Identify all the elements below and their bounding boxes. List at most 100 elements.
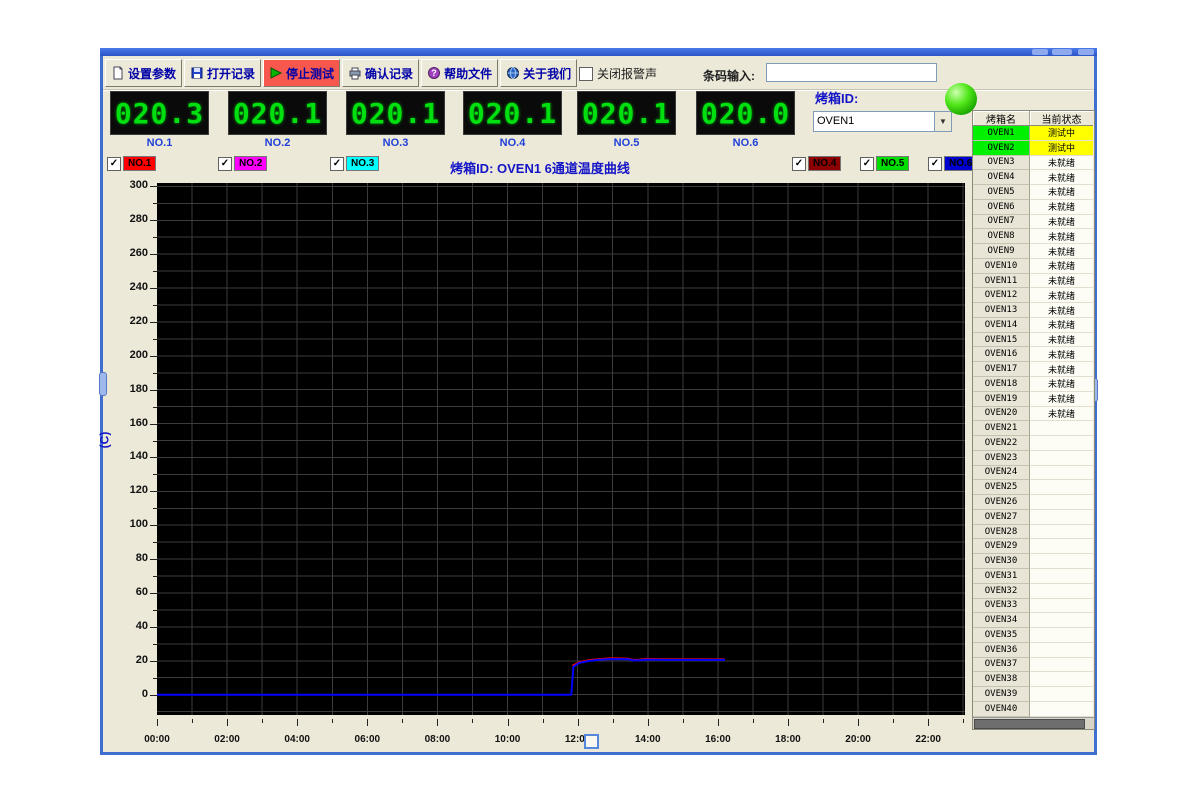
y-axis-major-tick bbox=[150, 695, 157, 696]
oven-status-cell: 未就绪 bbox=[1030, 347, 1093, 362]
oven-name-cell: OVEN38 bbox=[973, 672, 1030, 687]
oven-status-cell: 未就绪 bbox=[1030, 274, 1093, 289]
table-row[interactable]: OVEN28 bbox=[973, 525, 1094, 540]
open-record-button-label: 打开记录 bbox=[207, 65, 255, 82]
table-row[interactable]: OVEN6未就绪 bbox=[973, 200, 1094, 215]
set-params-button[interactable]: 设置参数 bbox=[105, 59, 182, 87]
table-row[interactable]: OVEN36 bbox=[973, 643, 1094, 658]
table-scrollbar-thumb[interactable] bbox=[974, 719, 1085, 729]
table-row[interactable]: OVEN20未就绪 bbox=[973, 407, 1094, 422]
channel-checkbox[interactable]: ✓ bbox=[928, 157, 942, 171]
x-axis-major-tick bbox=[367, 719, 368, 726]
y-axis-major-tick bbox=[150, 457, 157, 458]
oven-name-cell: OVEN19 bbox=[973, 392, 1030, 407]
table-row[interactable]: OVEN8未就绪 bbox=[973, 229, 1094, 244]
window-control-fragment[interactable] bbox=[1032, 49, 1048, 55]
table-row[interactable]: OVEN25 bbox=[973, 480, 1094, 495]
led-channel-label: NO.2 bbox=[228, 137, 327, 149]
mute-alarm-checkbox[interactable] bbox=[579, 67, 593, 81]
table-row[interactable]: OVEN16未就绪 bbox=[973, 347, 1094, 362]
y-axis-minor-tick bbox=[153, 508, 157, 509]
oven-name-cell: OVEN1 bbox=[973, 126, 1030, 141]
oven-id-value: OVEN1 bbox=[814, 112, 934, 131]
table-row[interactable]: OVEN27 bbox=[973, 510, 1094, 525]
y-axis-minor-tick bbox=[153, 542, 157, 543]
y-axis-minor-tick bbox=[153, 407, 157, 408]
table-row[interactable]: OVEN13未就绪 bbox=[973, 303, 1094, 318]
table-row[interactable]: OVEN26 bbox=[973, 495, 1094, 510]
barcode-input[interactable] bbox=[766, 63, 937, 82]
oven-id-dropdown[interactable]: OVEN1 ▼ bbox=[813, 111, 952, 132]
globe-icon bbox=[506, 66, 520, 80]
oven-status-cell: 未就绪 bbox=[1030, 185, 1093, 200]
x-axis-minor-tick bbox=[753, 719, 754, 723]
about-us-button[interactable]: 关于我们 bbox=[500, 59, 577, 87]
x-axis-tick-label: 10:00 bbox=[486, 734, 530, 745]
table-row[interactable]: OVEN33 bbox=[973, 599, 1094, 614]
table-row[interactable]: OVEN31 bbox=[973, 569, 1094, 584]
y-axis-minor-tick bbox=[153, 305, 157, 306]
open-record-button[interactable]: 打开记录 bbox=[184, 59, 261, 87]
channel-toggle-6[interactable]: ✓NO.6 bbox=[928, 156, 977, 171]
oven-name-cell: OVEN29 bbox=[973, 539, 1030, 554]
table-row[interactable]: OVEN40 bbox=[973, 702, 1094, 717]
table-row[interactable]: OVEN5未就绪 bbox=[973, 185, 1094, 200]
y-axis-major-tick bbox=[150, 491, 157, 492]
oven-status-cell: 未就绪 bbox=[1030, 259, 1093, 274]
window-resize-handle-left bbox=[99, 372, 107, 396]
table-row[interactable]: OVEN32 bbox=[973, 584, 1094, 599]
confirm-record-button[interactable]: 确认记录 bbox=[342, 59, 419, 87]
x-axis-major-tick bbox=[508, 719, 509, 726]
led-channel-label: NO.1 bbox=[110, 137, 209, 149]
table-row[interactable]: OVEN12未就绪 bbox=[973, 288, 1094, 303]
table-row[interactable]: OVEN1测试中 bbox=[973, 126, 1094, 141]
table-row[interactable]: OVEN11未就绪 bbox=[973, 274, 1094, 289]
table-row[interactable]: OVEN35 bbox=[973, 628, 1094, 643]
table-row[interactable]: OVEN4未就绪 bbox=[973, 170, 1094, 185]
help-file-button[interactable]: ?帮助文件 bbox=[421, 59, 498, 87]
oven-status-cell: 未就绪 bbox=[1030, 333, 1093, 348]
table-row[interactable]: OVEN24 bbox=[973, 466, 1094, 481]
table-row[interactable]: OVEN37 bbox=[973, 658, 1094, 673]
table-row[interactable]: OVEN22 bbox=[973, 436, 1094, 451]
led-channel-label: NO.3 bbox=[346, 137, 445, 149]
window-control-fragment[interactable] bbox=[1052, 49, 1072, 55]
table-row[interactable]: OVEN2测试中 bbox=[973, 141, 1094, 156]
oven-name-cell: OVEN20 bbox=[973, 407, 1030, 422]
table-row[interactable]: OVEN9未就绪 bbox=[973, 244, 1094, 259]
stop-test-button[interactable]: 停止测试 bbox=[263, 59, 340, 87]
window-control-fragment[interactable] bbox=[1078, 49, 1094, 55]
table-row[interactable]: OVEN14未就绪 bbox=[973, 318, 1094, 333]
oven-name-cell: OVEN25 bbox=[973, 480, 1030, 495]
table-row[interactable]: OVEN39 bbox=[973, 687, 1094, 702]
oven-name-cell: OVEN5 bbox=[973, 185, 1030, 200]
y-axis-tick-label: 180 bbox=[118, 383, 148, 395]
table-row[interactable]: OVEN15未就绪 bbox=[973, 333, 1094, 348]
table-header: 烤箱名 当前状态 bbox=[973, 111, 1094, 126]
x-axis-tick-label: 16:00 bbox=[696, 734, 740, 745]
oven-name-cell: OVEN18 bbox=[973, 377, 1030, 392]
x-axis-minor-tick bbox=[192, 719, 193, 723]
table-row[interactable]: OVEN19未就绪 bbox=[973, 392, 1094, 407]
channel-checkbox[interactable]: ✓ bbox=[107, 157, 121, 171]
oven-status-cell: 未就绪 bbox=[1030, 377, 1093, 392]
table-row[interactable]: OVEN21 bbox=[973, 421, 1094, 436]
table-row[interactable]: OVEN23 bbox=[973, 451, 1094, 466]
table-row[interactable]: OVEN29 bbox=[973, 539, 1094, 554]
table-row[interactable]: OVEN18未就绪 bbox=[973, 377, 1094, 392]
table-row[interactable]: OVEN30 bbox=[973, 554, 1094, 569]
table-row[interactable]: OVEN3未就绪 bbox=[973, 156, 1094, 171]
y-axis-major-tick bbox=[150, 424, 157, 425]
table-scrollbar[interactable] bbox=[973, 717, 1094, 729]
table-row[interactable]: OVEN34 bbox=[973, 613, 1094, 628]
mute-alarm-toggle[interactable]: 关闭报警声 bbox=[579, 65, 657, 82]
chevron-down-icon[interactable]: ▼ bbox=[934, 112, 951, 131]
table-row[interactable]: OVEN38 bbox=[973, 672, 1094, 687]
table-row[interactable]: OVEN7未就绪 bbox=[973, 215, 1094, 230]
y-axis-minor-tick bbox=[153, 441, 157, 442]
led-display-1: 020.3 bbox=[110, 91, 209, 135]
channel-toggle-1[interactable]: ✓NO.1 bbox=[107, 156, 156, 171]
oven-status-cell bbox=[1030, 554, 1093, 569]
table-row[interactable]: OVEN10未就绪 bbox=[973, 259, 1094, 274]
table-row[interactable]: OVEN17未就绪 bbox=[973, 362, 1094, 377]
